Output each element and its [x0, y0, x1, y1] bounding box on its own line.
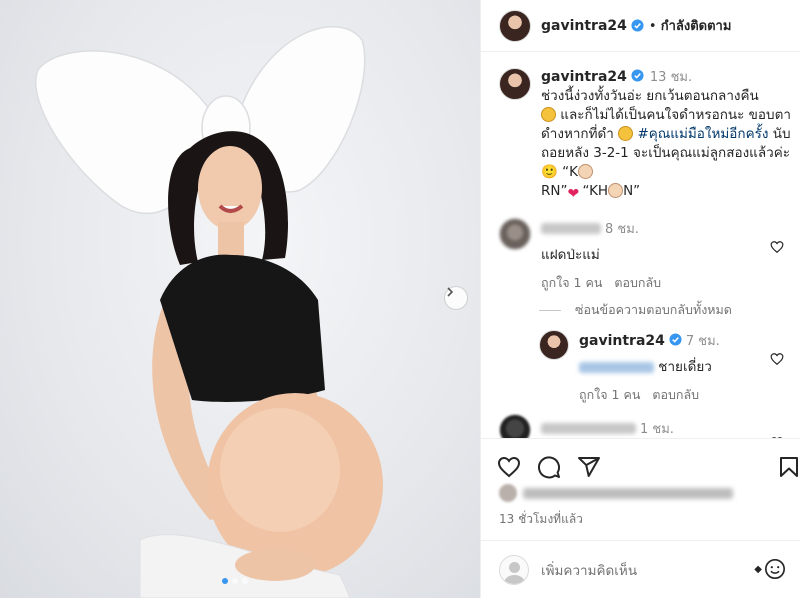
reply-time: 7 ชม.: [685, 334, 720, 349]
angry-emoji-icon: [541, 107, 556, 122]
sad-emoji-icon: [618, 126, 634, 141]
likes-text[interactable]: [523, 487, 733, 499]
reply-reply-button[interactable]: ตอบกลับ: [652, 387, 699, 402]
heart-icon[interactable]: [770, 240, 784, 254]
reply-avatar[interactable]: [539, 330, 569, 360]
bookmark-icon[interactable]: [777, 455, 800, 479]
next-slide-button[interactable]: [444, 286, 468, 310]
reply-like-count[interactable]: ถูกใจ 1 คน: [579, 387, 640, 402]
follow-status-label[interactable]: กำลังติดตาม: [661, 19, 732, 34]
caption-line-4: RN”: [541, 183, 568, 199]
next-icon: [447, 287, 454, 297]
comment-text: แฝดป่ะแม่: [541, 247, 600, 263]
comment-item: 8 ชม. แฝดป่ะแม่ ถูกใจ 1 คน ตอบกลับ: [499, 218, 673, 293]
comment-reply-button[interactable]: ตอบกลับ: [614, 275, 661, 290]
current-user-avatar: [499, 554, 529, 585]
author-avatar[interactable]: [499, 9, 531, 42]
comment-item: 1 ชม.: [499, 414, 674, 438]
hashtag-link[interactable]: #คุณแม่มือใหม่อีกครั้ง: [637, 126, 768, 142]
carousel-dot: [242, 578, 248, 584]
post-timestamp[interactable]: 13 ชั่วโมงที่แล้ว: [499, 510, 583, 529]
heart-icon[interactable]: [497, 455, 521, 479]
commenter-avatar[interactable]: [499, 414, 531, 438]
author-username[interactable]: gavintra24: [541, 18, 627, 34]
commenter-username[interactable]: [541, 223, 601, 234]
caption-avatar[interactable]: [499, 68, 531, 100]
emoji-icon: [765, 559, 785, 579]
reply-item: gavintra24 7 ชม. ชายเดี่ยว ถูกใจ 1 คน ตอบก…: [539, 330, 720, 405]
divider-line: [539, 309, 561, 311]
reply-username[interactable]: gavintra24: [579, 333, 665, 349]
post-header: gavintra24 • กำลังติดตาม: [481, 0, 800, 52]
carousel-dot: [222, 578, 228, 584]
commenter-avatar[interactable]: [499, 218, 531, 250]
heart-icon[interactable]: [770, 352, 784, 366]
baby-emoji-icon: [608, 183, 624, 198]
photo-illustration: [35, 26, 383, 598]
verified-icon: [631, 19, 644, 32]
post-photo[interactable]: [0, 0, 480, 598]
comment-input[interactable]: เพิ่มความคิดเห็น: [541, 559, 637, 581]
verified-icon: [669, 333, 682, 346]
caption-username[interactable]: gavintra24: [541, 69, 627, 85]
add-comment-bar: เพิ่มความคิดเห็น ◆: [481, 540, 800, 598]
caption-text: gavintra24 13 ชม. ช่วงนี้ง่วงทั้งวันอ่ะ ย…: [541, 68, 800, 202]
hide-replies-label[interactable]: ซ่อนข้อความตอบกลับทั้งหมด: [575, 300, 732, 320]
comment-time: 8 ชม.: [605, 222, 639, 237]
hide-replies-button[interactable]: ซ่อนข้อความตอบกลับทั้งหมด: [539, 300, 732, 320]
caption-line-6: N”: [623, 183, 641, 199]
caption-line-1: ช่วงนี้ง่วงทั้งวันอ่ะ ยกเว้นตอนกลางคืน: [541, 88, 759, 104]
follow-status[interactable]: • กำลังติดตาม: [649, 15, 732, 36]
reply-text: ชายเดี่ยว: [658, 359, 712, 375]
liker-avatar: [499, 484, 517, 502]
comment-icon[interactable]: [537, 455, 561, 479]
caption-time: 13 ชม.: [649, 70, 693, 85]
caption: gavintra24 13 ชม. ช่วงนี้ง่วงทั้งวันอ่ะ ย…: [499, 68, 800, 202]
commenter-username[interactable]: [541, 423, 636, 434]
carousel-dot: [232, 578, 238, 584]
post-panel: gavintra24 • กำลังติดตาม gavintra24 13 ชม…: [480, 0, 800, 598]
baby-emoji-icon: [577, 164, 593, 179]
comment-time: 1 ชม.: [640, 422, 674, 437]
mention-link[interactable]: [579, 361, 654, 373]
carousel-dots: [222, 578, 248, 584]
chevron-icon: ◆: [754, 563, 762, 575]
emoji-picker-button[interactable]: ◆: [754, 558, 786, 580]
verified-icon: [631, 69, 644, 82]
red-heart-emoji-icon: ❤: [567, 186, 580, 202]
comment-like-count[interactable]: ถูกใจ 1 คน: [541, 275, 602, 290]
caption-line-5: “KH: [582, 183, 609, 199]
likes-summary[interactable]: [499, 484, 733, 502]
comments-section: gavintra24 13 ชม. ช่วงนี้ง่วงทั้งวันอ่ะ ย…: [481, 52, 800, 438]
share-icon[interactable]: [577, 455, 601, 479]
